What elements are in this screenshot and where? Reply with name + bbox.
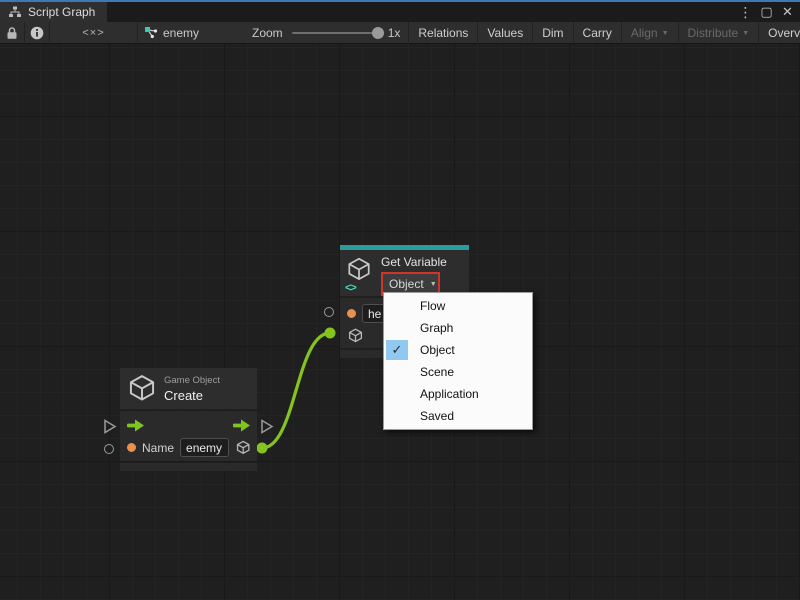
scope-value: Object [389,277,424,291]
graph-breadcrumb-icon [144,26,158,39]
flow-out-outer-port[interactable] [260,419,274,434]
graph-hierarchy-icon [8,6,22,18]
gameobject-input-port-icon[interactable] [347,327,364,345]
align-button[interactable]: Align ▼ [622,22,678,44]
zoom-label: Zoom [252,26,283,40]
node-category: Game Object [164,375,220,386]
window-controls: ⋮ ▢ ✕ [737,2,796,22]
name-input-port[interactable] [347,309,356,318]
tab-title: Script Graph [28,5,95,19]
menu-item-object[interactable]: ✓ Object [384,339,532,361]
code-brackets-icon: <> [345,282,356,294]
toolbar-buttons: Relations Values Dim Carry Align ▼ Distr… [408,22,800,44]
distribute-button[interactable]: Distribute ▼ [679,22,759,44]
breadcrumb-label: enemy [163,26,199,40]
carry-children-button[interactable]: <×> [50,22,137,44]
carry-button[interactable]: Carry [574,22,621,44]
script-graph-window: Script Graph ⋮ ▢ ✕ <×> [0,0,800,600]
create-node-body: Name enemy [120,411,257,461]
overview-button[interactable]: Overview [759,22,800,44]
menu-item-application[interactable]: Application [384,383,532,405]
menu-item-flow[interactable]: Flow [384,295,532,317]
node-title: Get Variable [381,255,447,269]
chevron-down-icon: ▼ [742,30,749,37]
window-menu-icon[interactable]: ⋮ [737,3,754,21]
info-icon [30,26,44,40]
zoom-slider-handle[interactable] [372,27,384,39]
flow-out-arrow-icon[interactable] [233,419,251,432]
tab-script-graph[interactable]: Script Graph [0,2,107,22]
create-node-header: Game Object Create [120,368,257,409]
lock-icon [6,26,18,40]
chevron-down-icon: ▼ [430,281,437,288]
node-title: Create [164,388,220,403]
graph-toolbar: <×> enemy Zoom 1x Relations Values [0,22,800,44]
flow-in-outer-port[interactable] [103,419,117,434]
zoom-control: Zoom 1x [252,26,400,40]
get-variable-header: <> Get Variable Object ▼ [340,250,469,296]
relations-button[interactable]: Relations [409,22,477,44]
menu-item-scene[interactable]: Scene [384,361,532,383]
menu-item-graph[interactable]: Graph [384,317,532,339]
graph-canvas[interactable]: <> Get Variable Object ▼ he [0,44,800,600]
maximize-icon[interactable]: ▢ [758,3,775,21]
collapse-x-icon: <×> [82,27,104,39]
zoom-value: 1x [388,26,401,40]
zoom-slider[interactable] [292,32,378,34]
create-gameobject-node[interactable]: Game Object Create Name [120,368,257,471]
param-label: Name [142,441,174,455]
get-variable-name-outer-port[interactable] [324,307,334,317]
chevron-down-icon: ▼ [662,30,669,37]
name-input-port[interactable] [127,443,136,452]
gameobject-cube-icon [126,373,158,405]
name-value-field[interactable]: enemy [180,438,229,457]
variable-cube-icon: <> [345,255,375,292]
check-icon: ✓ [386,340,408,360]
flow-in-arrow-icon[interactable] [127,419,145,432]
values-button[interactable]: Values [478,22,532,44]
scope-dropdown-menu: Flow Graph ✓ Object Scene Application Sa… [383,292,533,430]
info-button[interactable] [25,22,49,44]
create-node-footer [120,463,257,471]
menu-item-saved[interactable]: Saved [384,405,532,427]
dim-button[interactable]: Dim [533,22,572,44]
lock-button[interactable] [0,22,24,44]
name-input-outer-port[interactable] [104,444,114,454]
close-icon[interactable]: ✕ [779,3,796,21]
tab-strip: Script Graph [0,2,800,22]
breadcrumb[interactable]: enemy [138,26,220,40]
gameobject-output-port-icon[interactable] [235,439,251,457]
